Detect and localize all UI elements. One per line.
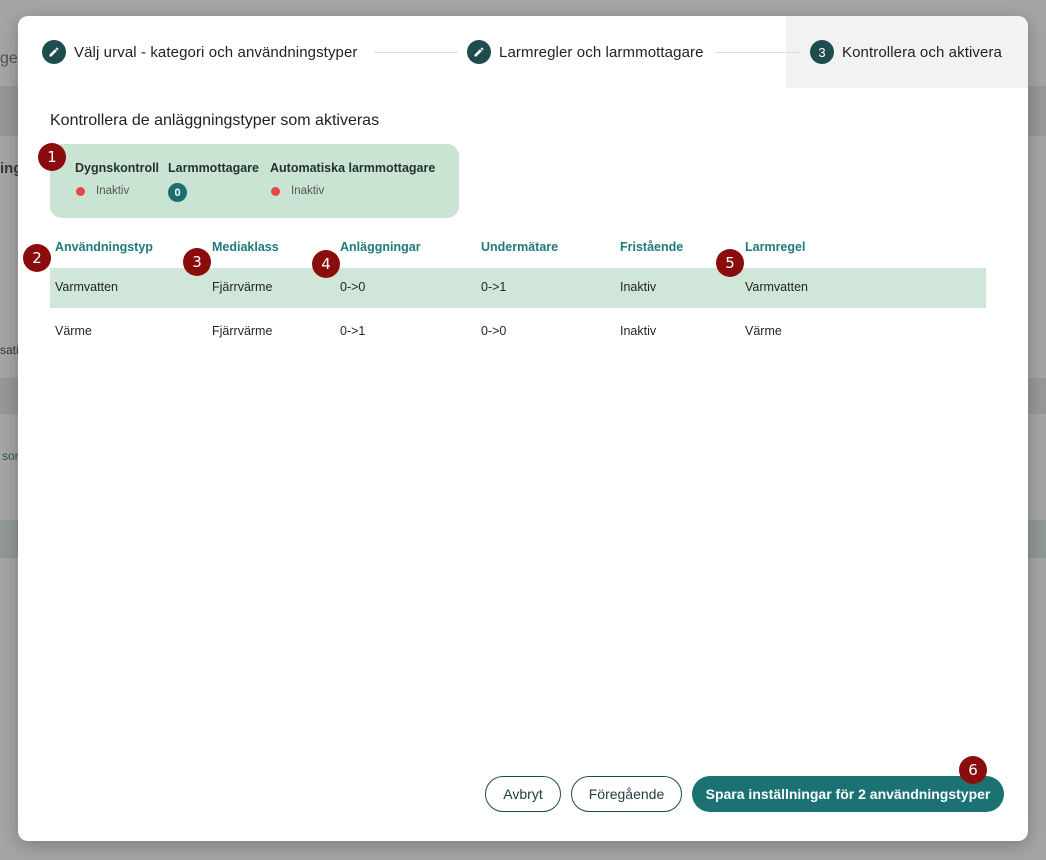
step-label: Välj urval - kategori och användningstyp… [74,43,358,61]
summary-label: Larmmottagare [168,161,259,175]
table-cell: Fjärrvärme [212,280,273,294]
step-connector [716,52,800,53]
activation-modal: Välj urval - kategori och användningstyp… [18,16,1028,841]
table-cell: Varmvatten [745,280,808,294]
summary-status: Inaktiv [96,185,130,197]
recipient-count-badge: 0 [168,183,187,202]
annotation-marker: 4 [312,250,340,278]
step-2[interactable]: Larmregler och larmmottagare [467,40,704,64]
column-header[interactable]: Fristående [620,240,683,254]
step-1[interactable]: Välj urval - kategori och användningstyp… [42,40,358,64]
annotation-marker: 1 [38,143,66,171]
table-cell: 0->1 [481,280,507,294]
save-settings-button[interactable]: Spara inställningar för 2 användningstyp… [692,776,1004,812]
table-cell: 0->1 [340,324,366,338]
pencil-icon [42,40,66,64]
summary-larmmottagare: Larmmottagare 0 [168,161,259,202]
step-3[interactable]: 3 Kontrollera och aktivera [810,40,1002,64]
section-title: Kontrollera de anläggningstyper som akti… [50,112,380,129]
column-header[interactable]: Användningstyp [55,240,153,254]
table-cell: Värme [745,324,782,338]
inactive-status-dot-icon [76,186,85,196]
summary-dygnskontroll: Dygnskontroll Inaktiv [75,161,159,197]
summary-label: Automatiska larmmottagare [270,161,436,175]
step-connector [374,52,458,53]
column-header[interactable]: Larmregel [745,240,805,254]
table-cell: Inaktiv [620,280,657,294]
cancel-button[interactable]: Avbryt [485,776,561,812]
summary-card: Dygnskontroll Inaktiv Larmmottagare 0 Au… [50,144,459,218]
table-cell: Fjärrvärme [212,324,273,338]
summary-label: Dygnskontroll [75,161,160,175]
pencil-icon [467,40,491,64]
inactive-status-dot-icon [271,186,280,196]
annotation-marker: 2 [23,244,51,272]
summary-automatiska: Automatiska larmmottagare Inaktiv [270,161,435,197]
table-cell: Inaktiv [620,324,657,338]
step-number: 3 [810,40,834,64]
previous-button[interactable]: Föregående [571,776,682,812]
step-label: Larmregler och larmmottagare [499,43,704,61]
column-header[interactable]: Undermätare [481,240,558,254]
table-cell: Varmvatten [55,280,118,294]
summary-status: Inaktiv [291,185,325,197]
annotation-marker: 6 [959,756,987,784]
annotation-marker: 5 [716,249,744,277]
table-cell: 0->0 [481,324,507,338]
table-cell: 0->0 [340,280,366,294]
annotation-marker: 3 [183,248,211,276]
column-header[interactable]: Anläggningar [340,240,421,254]
step-label: Kontrollera och aktivera [842,43,1002,61]
column-header[interactable]: Mediaklass [212,240,279,254]
table-row[interactable]: Värme Fjärrvärme 0->1 0->0 Inaktiv Värme [50,312,986,352]
stepper: Välj urval - kategori och användningstyp… [18,16,1028,88]
table-cell: Värme [55,324,92,338]
